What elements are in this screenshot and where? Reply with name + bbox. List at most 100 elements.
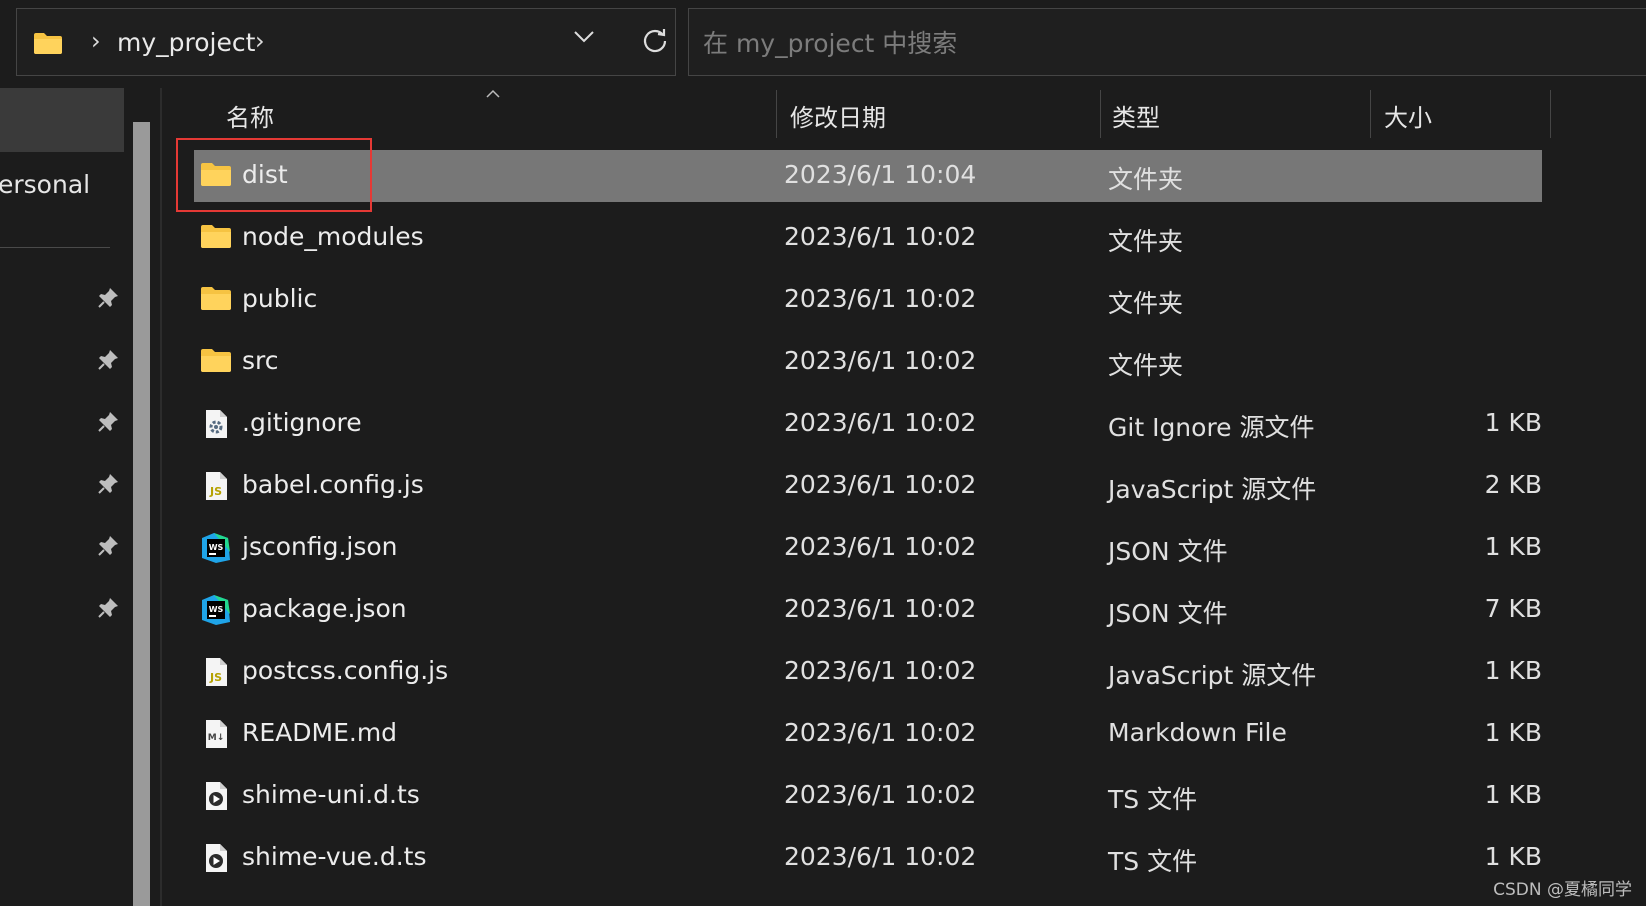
file-type: Markdown File [1108, 718, 1287, 747]
column-separator[interactable] [1550, 90, 1551, 138]
file-name: public [242, 284, 318, 313]
file-row[interactable]: dist 2023/6/1 10:04 文件夹 [194, 150, 1542, 202]
file-type: 文件夹 [1108, 351, 1184, 380]
media-file-icon [200, 780, 232, 812]
breadcrumb-chevron-icon[interactable]: › [91, 27, 101, 55]
pin-icon[interactable] [96, 596, 120, 624]
chevron-down-icon[interactable] [573, 29, 595, 48]
highlight-box [176, 138, 372, 212]
pane-divider[interactable] [160, 88, 162, 906]
file-row[interactable]: public 2023/6/1 10:02 文件夹 [194, 274, 1542, 326]
file-modified-date: 2023/6/1 10:02 [784, 222, 977, 251]
column-header-name[interactable]: 名称 [226, 98, 274, 133]
file-type: 文件夹 [1108, 227, 1184, 256]
pin-icon[interactable] [96, 534, 120, 562]
file-name: shime-vue.d.ts [242, 842, 427, 871]
file-row[interactable]: src 2023/6/1 10:02 文件夹 [194, 336, 1542, 388]
file-row[interactable]: .gitignore 2023/6/1 10:02 Git Ignore 源文件 1 … [194, 398, 1542, 450]
file-type: 文件夹 [1108, 165, 1184, 194]
address-bar[interactable]: › my_project › [16, 8, 676, 76]
column-separator[interactable] [1100, 90, 1101, 138]
webstorm-icon: WS [200, 594, 232, 626]
svg-text:WS: WS [209, 605, 224, 614]
folder-icon [33, 31, 63, 59]
file-modified-date: 2023/6/1 10:02 [784, 842, 977, 871]
file-modified-date: 2023/6/1 10:02 [784, 470, 977, 499]
column-separator[interactable] [776, 90, 777, 138]
file-modified-date: 2023/6/1 10:02 [784, 284, 977, 313]
file-name: jsconfig.json [242, 532, 398, 561]
file-size: 2 KB [1484, 470, 1542, 499]
pin-icon[interactable] [96, 410, 120, 438]
svg-text:WS: WS [209, 543, 224, 552]
file-row[interactable]: shime-vue.d.ts 2023/6/1 10:02 TS 文件 1 KB [194, 832, 1542, 884]
file-type: JSON 文件 [1108, 599, 1228, 628]
folder-icon [200, 346, 232, 378]
nav-selected-item[interactable] [0, 88, 124, 152]
folder-icon [200, 284, 232, 316]
nav-divider [0, 247, 110, 248]
search-input[interactable] [701, 21, 1605, 65]
file-type: JavaScript 源文件 [1108, 661, 1317, 690]
file-modified-date: 2023/6/1 10:02 [784, 718, 977, 747]
file-name: babel.config.js [242, 470, 424, 499]
file-name: node_modules [242, 222, 424, 251]
file-name: shime-uni.d.ts [242, 780, 420, 809]
file-type: JavaScript 源文件 [1108, 475, 1317, 504]
file-size: 1 KB [1484, 780, 1542, 809]
file-row[interactable]: WS jsconfig.json 2023/6/1 10:02 JSON 文件 1 KB [194, 522, 1542, 574]
file-modified-date: 2023/6/1 10:02 [784, 346, 977, 375]
file-modified-date: 2023/6/1 10:04 [784, 160, 977, 189]
sort-up-icon [486, 84, 500, 103]
webstorm-icon: WS [200, 532, 232, 564]
file-row[interactable]: WS package.json 2023/6/1 10:02 JSON 文件 7 KB [194, 584, 1542, 636]
file-type: TS 文件 [1108, 785, 1198, 814]
breadcrumb-chevron-icon[interactable]: › [255, 27, 265, 55]
svg-text:JS: JS [209, 671, 222, 684]
file-size: 7 KB [1484, 594, 1542, 623]
file-size: 1 KB [1484, 532, 1542, 561]
file-modified-date: 2023/6/1 10:02 [784, 656, 977, 685]
file-type: TS 文件 [1108, 847, 1198, 876]
pin-icon[interactable] [96, 286, 120, 314]
file-size: 1 KB [1484, 656, 1542, 685]
file-type: Git Ignore 源文件 [1108, 413, 1315, 442]
pin-icon[interactable] [96, 348, 120, 376]
file-row[interactable]: shime-uni.d.ts 2023/6/1 10:02 TS 文件 1 KB [194, 770, 1542, 822]
search-box[interactable] [688, 8, 1646, 76]
file-name: README.md [242, 718, 398, 747]
file-row[interactable]: node_modules 2023/6/1 10:02 文件夹 [194, 212, 1542, 264]
column-header-size[interactable]: 大小 [1384, 98, 1432, 133]
nav-item-personal[interactable]: ersonal [0, 170, 90, 199]
file-modified-date: 2023/6/1 10:02 [784, 408, 977, 437]
file-row[interactable]: JS postcss.config.js 2023/6/1 10:02 JavaScr… [194, 646, 1542, 698]
file-name: postcss.config.js [242, 656, 449, 685]
file-row[interactable]: M↓ README.md 2023/6/1 10:02 Markdown File 1 … [194, 708, 1542, 760]
file-modified-date: 2023/6/1 10:02 [784, 780, 977, 809]
breadcrumb-my-project[interactable]: my_project [117, 28, 255, 57]
watermark: CSDN @夏橘同学 [1493, 880, 1632, 900]
column-header-date[interactable]: 修改日期 [790, 98, 886, 133]
column-separator[interactable] [1370, 90, 1371, 138]
file-name: src [242, 346, 279, 375]
media-file-icon [200, 842, 232, 874]
folder-icon [200, 222, 232, 254]
file-row[interactable]: JS babel.config.js 2023/6/1 10:02 JavaScrip… [194, 460, 1542, 512]
column-header-type[interactable]: 类型 [1112, 98, 1160, 133]
file-name: package.json [242, 594, 407, 623]
file-modified-date: 2023/6/1 10:02 [784, 532, 977, 561]
js-file-icon: JS [200, 656, 232, 688]
file-type: JSON 文件 [1108, 537, 1228, 566]
nav-scrollbar-thumb[interactable] [133, 122, 150, 906]
gear-file-icon [200, 408, 232, 440]
pin-icon[interactable] [96, 472, 120, 500]
svg-text:M↓: M↓ [208, 733, 225, 743]
js-file-icon: JS [200, 470, 232, 502]
file-modified-date: 2023/6/1 10:02 [784, 594, 977, 623]
file-size: 1 KB [1484, 718, 1542, 747]
refresh-icon[interactable] [641, 27, 669, 59]
file-size: 1 KB [1484, 408, 1542, 437]
file-size: 1 KB [1484, 842, 1542, 871]
svg-text:JS: JS [209, 485, 222, 498]
file-name: .gitignore [242, 408, 362, 437]
